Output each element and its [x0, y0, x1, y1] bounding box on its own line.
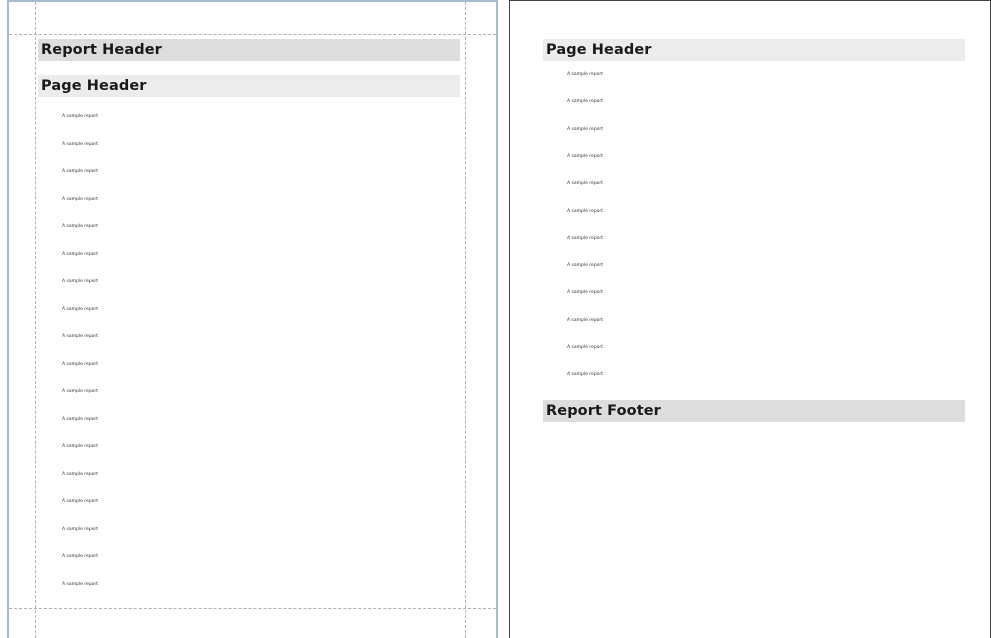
margin-guide-right	[465, 2, 466, 638]
detail-row: A sample report	[62, 471, 99, 477]
detail-row: A sample report	[62, 169, 99, 174]
detail-row: A sample report	[567, 372, 604, 378]
detail-row: A sample report	[62, 416, 99, 422]
detail-row: A sample report	[62, 114, 99, 119]
detail-row: A sample report	[62, 499, 99, 504]
page-header-band[interactable]: Page Header	[543, 39, 965, 61]
detail-row: A sample report	[567, 72, 604, 77]
detail-row: A sample report	[567, 263, 604, 269]
detail-row: A sample report	[62, 526, 99, 532]
detail-row: A sample report	[62, 389, 99, 394]
detail-row: A sample report	[567, 290, 604, 296]
detail-row: A sample report	[567, 181, 604, 187]
report-page-1[interactable]: Report Header Page Header A sample repor…	[7, 0, 498, 638]
detail-row: A sample report	[62, 554, 99, 559]
detail-row: A sample report	[62, 334, 99, 339]
detail-row: A sample report	[567, 345, 604, 350]
detail-row: A sample report	[567, 99, 604, 105]
margin-guide-top	[9, 34, 496, 35]
detail-row: A sample report	[567, 208, 604, 214]
detail-row: A sample report	[567, 126, 604, 132]
detail-row: A sample report	[62, 361, 99, 367]
detail-row: A sample report	[62, 141, 99, 147]
page-header-band[interactable]: Page Header	[38, 75, 460, 97]
report-footer-band[interactable]: Report Footer	[543, 400, 965, 422]
detail-row: A sample report	[62, 444, 99, 449]
report-header-band[interactable]: Report Header	[38, 39, 460, 61]
detail-row: A sample report	[62, 306, 99, 312]
detail-row: A sample report	[62, 581, 99, 587]
report-page-2[interactable]: Page Header A sample report A sample repo…	[509, 0, 991, 638]
detail-row: A sample report	[567, 235, 604, 241]
detail-row: A sample report	[567, 153, 604, 159]
margin-guide-left	[35, 2, 36, 638]
detail-row: A sample report	[62, 196, 99, 202]
detail-row: A sample report	[62, 279, 99, 284]
detail-row: A sample report	[567, 317, 604, 323]
detail-row: A sample report	[62, 224, 99, 229]
detail-row: A sample report	[62, 251, 99, 257]
margin-guide-bottom	[9, 608, 496, 609]
